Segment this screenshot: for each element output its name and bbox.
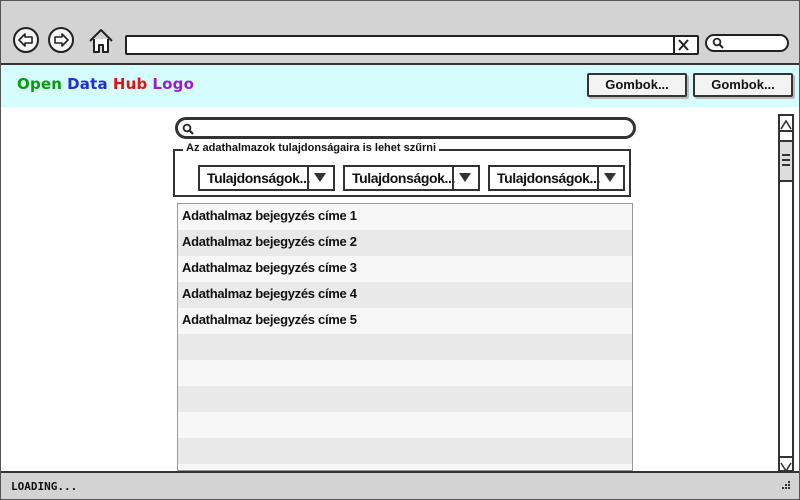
property-dropdown-2[interactable]: Tulajdonságok... bbox=[343, 165, 480, 191]
status-text: LOADING... bbox=[11, 480, 78, 493]
browser-search-input[interactable] bbox=[705, 34, 789, 52]
status-bar: LOADING... bbox=[1, 471, 799, 499]
resize-grip-icon[interactable] bbox=[779, 480, 791, 492]
home-icon bbox=[89, 29, 113, 53]
list-item-empty bbox=[178, 360, 632, 386]
dropdown-toggle[interactable] bbox=[307, 167, 333, 189]
address-bar[interactable] bbox=[125, 35, 699, 55]
list-item-empty bbox=[178, 412, 632, 438]
list-item[interactable]: Adathalmaz bejegyzés címe 3 bbox=[178, 256, 632, 282]
dropdown-label: Tulajdonságok... bbox=[497, 170, 601, 186]
search-icon bbox=[712, 37, 724, 49]
back-button[interactable] bbox=[13, 27, 39, 53]
forward-arrow-icon bbox=[54, 33, 69, 47]
header-button-2[interactable]: Gombok... bbox=[693, 73, 793, 97]
header-button-1[interactable]: Gombok... bbox=[587, 73, 687, 97]
list-item[interactable]: Adathalmaz bejegyzés címe 4 bbox=[178, 282, 632, 308]
search-icon bbox=[182, 123, 194, 135]
back-arrow-icon bbox=[18, 33, 33, 47]
logo-word: Data bbox=[67, 75, 108, 93]
home-button[interactable] bbox=[87, 27, 115, 55]
logo-word: Logo bbox=[152, 75, 195, 93]
site-logo[interactable]: Open Data Hub Logo bbox=[17, 75, 199, 93]
browser-toolbar bbox=[1, 1, 799, 65]
chevron-down-icon bbox=[314, 173, 326, 182]
scroll-up-button[interactable] bbox=[780, 116, 792, 132]
chevron-down-icon bbox=[604, 173, 616, 182]
scroll-thumb[interactable] bbox=[780, 140, 792, 182]
site-header: Open Data Hub Logo Gombok... Gombok... bbox=[1, 65, 799, 107]
clear-icon bbox=[678, 39, 689, 51]
list-item[interactable]: Adathalmaz bejegyzés címe 5 bbox=[178, 308, 632, 334]
logo-word: Hub bbox=[112, 75, 148, 93]
dropdown-label: Tulajdonságok... bbox=[352, 170, 456, 186]
property-dropdown-3[interactable]: Tulajdonságok... bbox=[488, 165, 625, 191]
chevron-up-icon bbox=[780, 119, 792, 130]
vertical-scrollbar[interactable] bbox=[778, 114, 794, 473]
property-dropdown-1[interactable]: Tulajdonságok... bbox=[198, 165, 335, 191]
list-item[interactable]: Adathalmaz bejegyzés címe 2 bbox=[178, 230, 632, 256]
filter-legend: Az adathalmazok tulajdonságaira is lehet… bbox=[183, 142, 440, 154]
dropdown-label: Tulajdonságok... bbox=[207, 170, 311, 186]
list-item-empty bbox=[178, 438, 632, 464]
dropdown-toggle[interactable] bbox=[597, 167, 623, 189]
list-item-empty bbox=[178, 386, 632, 412]
list-item-empty bbox=[178, 464, 632, 470]
chevron-down-icon bbox=[459, 173, 471, 182]
list-item[interactable]: Adathalmaz bejegyzés címe 1 bbox=[178, 204, 632, 230]
dataset-list: Adathalmaz bejegyzés címe 1 Adathalmaz b… bbox=[177, 203, 633, 471]
list-item-empty bbox=[178, 334, 632, 360]
dataset-search-input[interactable] bbox=[175, 117, 636, 139]
forward-button[interactable] bbox=[48, 27, 74, 53]
clear-address-button[interactable] bbox=[673, 37, 693, 53]
filter-group: Az adathalmazok tulajdonságaira is lehet… bbox=[173, 142, 631, 197]
scroll-down-button[interactable] bbox=[780, 456, 792, 473]
logo-word: Open bbox=[17, 75, 63, 93]
dropdown-toggle[interactable] bbox=[452, 167, 478, 189]
